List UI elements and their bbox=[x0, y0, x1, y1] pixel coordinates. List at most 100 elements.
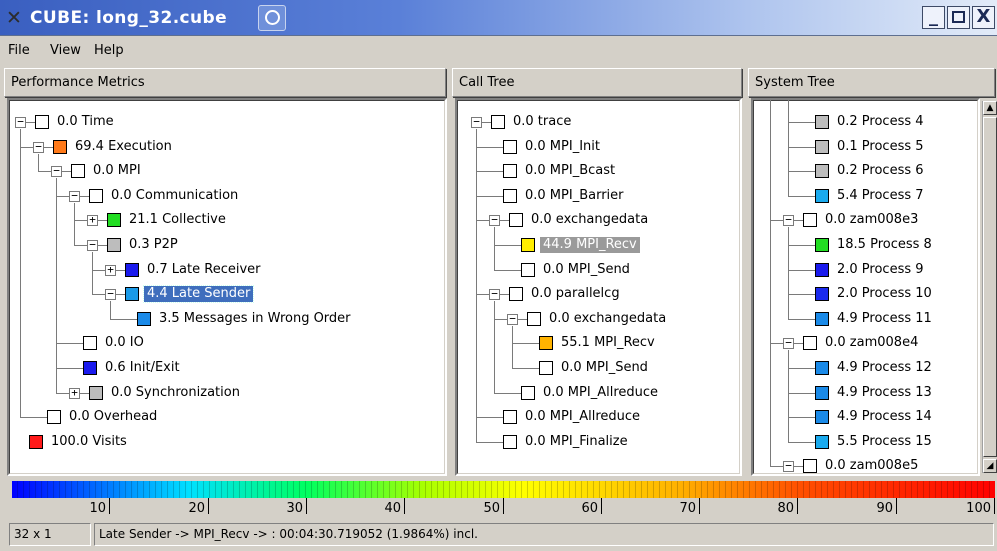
metrics-tree[interactable]: −0.0 Time −69.4 Execution −0.0 MPI −0.0 Com… bbox=[7, 98, 447, 476]
tree-connector-line bbox=[476, 294, 489, 296]
tree-node-label[interactable]: 0.0 exchangedata bbox=[531, 212, 648, 228]
tree-node-label[interactable]: 2.0 Process 10 bbox=[837, 286, 932, 302]
collapse-icon[interactable]: − bbox=[15, 116, 26, 128]
tree-node-label[interactable]: 0.0 Communication bbox=[111, 188, 238, 204]
tree-node-label[interactable]: 3.5 Messages in Wrong Order bbox=[159, 311, 351, 327]
metrics-panel-header[interactable]: Performance Metrics bbox=[4, 68, 446, 97]
tree-node-label[interactable]: 0.0 MPI_Init bbox=[525, 139, 600, 155]
system-tree[interactable]: 0.2 Process 4 0.1 Process 5 0.2 Process 6 5… bbox=[751, 98, 980, 476]
tree-connector-line bbox=[20, 417, 47, 419]
tree-node-label[interactable]: 4.9 Process 13 bbox=[837, 385, 932, 401]
tree-node-label[interactable]: 0.0 MPI bbox=[93, 163, 141, 179]
app-icon[interactable] bbox=[258, 5, 286, 31]
tree-node-label[interactable]: 18.5 Process 8 bbox=[837, 237, 932, 253]
tree-node-label[interactable]: 0.0 zam008e4 bbox=[825, 335, 918, 351]
severity-color-box bbox=[815, 385, 829, 400]
tree-node-label[interactable]: 0.0 MPI_Bcast bbox=[525, 163, 615, 179]
collapse-icon[interactable]: − bbox=[69, 190, 80, 202]
tree-node-label[interactable]: 0.0 MPI_Allreduce bbox=[543, 385, 658, 401]
tree-node-label[interactable]: 0.0 Overhead bbox=[69, 409, 157, 425]
tree-connector-line bbox=[770, 220, 783, 222]
tree-node-label[interactable]: 0.0 Time bbox=[57, 114, 114, 130]
scroll-up-arrow-icon[interactable]: ▲ bbox=[983, 101, 997, 115]
tree-connector-line bbox=[56, 195, 69, 197]
tree-node-label[interactable]: 44.9 MPI_Recv bbox=[540, 237, 640, 253]
tree-node-label[interactable]: 0.0 MPI_Send bbox=[543, 262, 630, 278]
tree-node-label[interactable]: 5.5 Process 15 bbox=[837, 434, 932, 450]
close-icon: X bbox=[976, 6, 991, 27]
tree-node-label[interactable]: 4.9 Process 11 bbox=[837, 311, 932, 327]
tree-node-label[interactable]: 0.0 zam008e5 bbox=[825, 458, 918, 474]
systemtree-panel-header[interactable]: System Tree bbox=[748, 68, 995, 97]
scroll-thumb[interactable] bbox=[983, 117, 997, 457]
system-tree-scrollbar[interactable]: ▲ ◢ bbox=[982, 101, 997, 473]
tree-node-label[interactable]: 0.0 MPI_Finalize bbox=[525, 434, 628, 450]
tree-node-label[interactable]: 21.1 Collective bbox=[129, 212, 226, 228]
tree-node-label[interactable]: 4.9 Process 12 bbox=[837, 360, 932, 376]
x-window-icon: ✕ bbox=[6, 7, 22, 29]
severity-color-box bbox=[503, 410, 517, 425]
tree-node-label[interactable]: 0.0 MPI_Send bbox=[561, 360, 648, 376]
tree-node-label[interactable]: 0.0 parallelcg bbox=[531, 286, 620, 302]
expand-icon[interactable]: + bbox=[69, 387, 80, 399]
tree-node-label[interactable]: 0.6 Init/Exit bbox=[105, 360, 180, 376]
severity-color-box bbox=[89, 188, 103, 203]
menu-file[interactable]: File bbox=[8, 43, 30, 58]
scale-tick-label: 20 bbox=[188, 501, 205, 516]
tree-node-label[interactable]: 0.0 zam008e3 bbox=[825, 212, 918, 228]
tree-node-label[interactable]: 0.0 MPI_Barrier bbox=[525, 188, 624, 204]
expand-icon[interactable]: + bbox=[105, 264, 116, 276]
tree-node-label[interactable]: 0.0 exchangedata bbox=[549, 311, 666, 327]
collapse-icon[interactable]: − bbox=[783, 337, 794, 350]
tree-node-label[interactable]: 0.0 MPI_Allreduce bbox=[525, 409, 640, 425]
title-bar[interactable]: ✕ CUBE: long_32.cube _ X bbox=[0, 0, 997, 36]
tree-connector-line bbox=[494, 269, 521, 271]
minimize-button[interactable]: _ bbox=[922, 6, 945, 29]
resize-grip-icon[interactable]: ◢ bbox=[983, 459, 997, 473]
tree-node-label[interactable]: 0.0 Synchronization bbox=[111, 385, 240, 401]
tree-node-label[interactable]: 4.9 Process 14 bbox=[837, 409, 932, 425]
severity-color-box bbox=[803, 336, 817, 351]
tree-node-label[interactable]: 4.4 Late Sender bbox=[142, 285, 255, 304]
collapse-icon[interactable]: − bbox=[507, 313, 518, 325]
tree-connector-line bbox=[476, 129, 477, 442]
collapse-icon[interactable]: − bbox=[489, 214, 500, 227]
collapse-icon[interactable]: − bbox=[87, 239, 98, 251]
tree-node-label[interactable]: 0.0 trace bbox=[513, 114, 571, 130]
collapse-icon[interactable]: − bbox=[33, 141, 44, 153]
collapse-icon[interactable]: − bbox=[489, 288, 500, 301]
close-button[interactable]: X bbox=[972, 6, 995, 29]
color-scale: 10 20 30 40 50 60 70 80 90 100 bbox=[12, 498, 995, 518]
tree-connector-line bbox=[476, 146, 503, 148]
tree-node-label[interactable]: 2.0 Process 9 bbox=[837, 262, 924, 278]
tree-node-label[interactable]: 0.0 IO bbox=[105, 335, 144, 351]
minimize-icon: _ bbox=[929, 6, 938, 27]
tree-node-label[interactable]: 5.4 Process 7 bbox=[837, 188, 924, 204]
tree-connector-line bbox=[788, 245, 815, 246]
tree-node-label[interactable]: 0.1 Process 5 bbox=[837, 139, 924, 155]
call-tree[interactable]: − 0.0 trace 0.0 MPI_Init 0.0 MPI_Bcast 0.0 M… bbox=[455, 98, 742, 476]
collapse-icon[interactable]: − bbox=[783, 214, 794, 227]
calltree-panel-header[interactable]: Call Tree bbox=[452, 68, 742, 97]
tree-node-label[interactable]: 55.1 MPI_Recv bbox=[561, 335, 655, 351]
collapse-icon[interactable]: − bbox=[783, 460, 794, 473]
scale-tick bbox=[503, 498, 504, 514]
tree-node-label[interactable]: 0.2 Process 4 bbox=[837, 114, 924, 130]
tree-node-label[interactable]: 0.3 P2P bbox=[129, 237, 178, 253]
collapse-icon[interactable]: − bbox=[51, 165, 62, 178]
collapse-icon[interactable]: − bbox=[471, 116, 482, 128]
tree-node-label[interactable]: 0.7 Late Receiver bbox=[147, 262, 260, 278]
tree-node-label[interactable]: 69.4 Execution bbox=[75, 139, 172, 155]
severity-color-box bbox=[815, 287, 829, 302]
tree-node-label[interactable]: 0.2 Process 6 bbox=[837, 163, 924, 179]
tree-connector-line bbox=[788, 392, 815, 394]
menu-help[interactable]: Help bbox=[94, 43, 124, 58]
maximize-button[interactable] bbox=[947, 6, 970, 29]
severity-color-box bbox=[53, 139, 67, 154]
severity-color-box bbox=[83, 336, 97, 351]
expand-icon[interactable]: + bbox=[87, 214, 98, 227]
tree-node-label[interactable]: 100.0 Visits bbox=[51, 434, 127, 450]
collapse-icon[interactable]: − bbox=[105, 288, 116, 301]
scale-tick-label: 60 bbox=[581, 501, 598, 516]
menu-view[interactable]: View bbox=[50, 43, 81, 58]
